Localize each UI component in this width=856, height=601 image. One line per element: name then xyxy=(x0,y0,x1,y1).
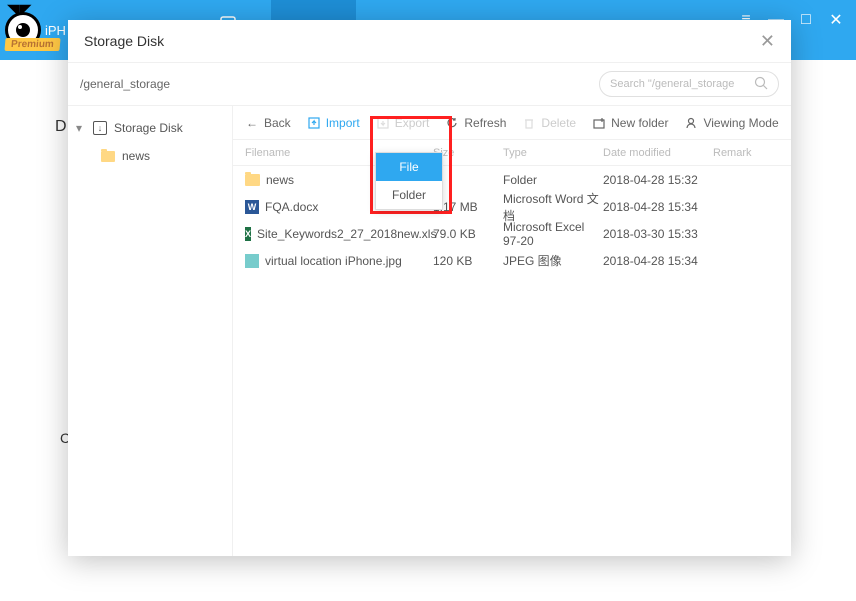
logo-text: iPH xyxy=(45,23,66,38)
modal-title: Storage Disk xyxy=(84,33,164,49)
viewing-mode-button[interactable]: Viewing Mode xyxy=(684,116,778,130)
dropdown-item-folder[interactable]: Folder xyxy=(376,181,442,209)
import-button[interactable]: Import xyxy=(307,116,360,130)
back-arrow-icon: ← xyxy=(245,116,259,130)
delete-icon xyxy=(522,116,536,130)
path-bar: /general_storage Search "/general_storag… xyxy=(68,62,791,106)
column-headers: Filename Size Type Date modified Remark xyxy=(233,140,791,166)
disk-icon: ↓ xyxy=(92,120,108,136)
search-icon xyxy=(754,76,768,93)
sidebar-item-news[interactable]: news xyxy=(68,142,232,170)
sidebar-child-label: news xyxy=(122,149,150,163)
excel-icon: X xyxy=(245,227,251,241)
close-icon[interactable]: ✕ xyxy=(828,12,844,28)
refresh-button[interactable]: Refresh xyxy=(445,116,506,130)
image-icon xyxy=(245,254,259,268)
current-path: /general_storage xyxy=(80,77,170,91)
maximize-icon[interactable]: □ xyxy=(798,12,814,28)
bg-letter-d: D xyxy=(55,118,67,136)
sidebar-root-label: Storage Disk xyxy=(114,121,183,135)
new-folder-icon xyxy=(592,116,606,130)
main-area: ← Back Import Export xyxy=(233,106,791,556)
sidebar-item-storage-disk[interactable]: ▾ ↓ Storage Disk xyxy=(68,114,232,142)
file-list: news Folder 2018-04-28 15:32 WFQA.docx 1… xyxy=(233,166,791,556)
caret-down-icon: ▾ xyxy=(76,121,86,135)
modal-header: Storage Disk ✕ xyxy=(68,20,791,62)
import-icon xyxy=(307,116,321,130)
col-type[interactable]: Type xyxy=(503,147,603,159)
modal-close-icon[interactable]: ✕ xyxy=(760,31,775,52)
word-icon: W xyxy=(245,200,259,214)
file-row[interactable]: virtual location iPhone.jpg 120 KB JPEG … xyxy=(233,247,791,274)
new-folder-button[interactable]: New folder xyxy=(592,116,668,130)
col-date[interactable]: Date modified xyxy=(603,147,713,159)
folder-icon xyxy=(100,148,116,164)
premium-badge: Premium xyxy=(4,38,60,51)
dropdown-item-file[interactable]: File xyxy=(376,153,442,181)
sidebar: ▾ ↓ Storage Disk news xyxy=(68,106,233,556)
storage-modal: Storage Disk ✕ /general_storage Search "… xyxy=(68,20,791,556)
viewing-mode-icon xyxy=(684,116,698,130)
file-row[interactable]: XSite_Keywords2_27_2018new.xls 79.0 KB M… xyxy=(233,220,791,247)
file-row[interactable]: WFQA.docx 1.17 MB Microsoft Word 文档 2018… xyxy=(233,193,791,220)
search-input[interactable]: Search "/general_storage xyxy=(599,71,779,97)
search-placeholder: Search "/general_storage xyxy=(610,78,734,90)
delete-button[interactable]: Delete xyxy=(522,116,576,130)
folder-icon xyxy=(245,174,260,186)
import-dropdown: File Folder xyxy=(375,152,443,210)
back-button[interactable]: ← Back xyxy=(245,116,291,130)
toolbar: ← Back Import Export xyxy=(233,106,791,140)
col-remark[interactable]: Remark xyxy=(713,147,791,159)
